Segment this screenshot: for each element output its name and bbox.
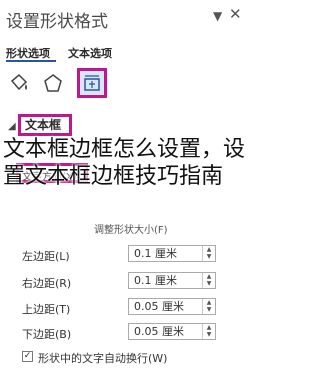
spinner-arrows-icon[interactable]: ▲ ▼ bbox=[202, 299, 215, 314]
effects-icon[interactable] bbox=[38, 68, 68, 98]
collapse-arrow-icon[interactable]: ◢ bbox=[8, 121, 16, 132]
active-tab-indicator bbox=[6, 60, 56, 62]
overlay-caption: 文本框边框怎么设置，设置文本框边框技巧指南 bbox=[3, 137, 246, 189]
top-margin-input[interactable]: 0.05 厘米 ▲ ▼ bbox=[128, 298, 216, 315]
section-title-textbox[interactable]: 文本框 bbox=[18, 114, 72, 136]
bottom-margin-label: 下边距(B) bbox=[22, 328, 72, 341]
tab-text-options[interactable]: 文本选项 bbox=[68, 45, 112, 61]
pane-title: 设置形状格式 bbox=[6, 12, 108, 32]
fill-line-icon[interactable] bbox=[4, 68, 34, 98]
spinner-arrows-icon[interactable]: ▲ ▼ bbox=[202, 246, 215, 261]
autofit-label: 调整形状大小(F) bbox=[94, 225, 168, 236]
right-margin-value: 0.1 厘米 bbox=[134, 274, 177, 287]
spinner-arrows-icon[interactable]: ▲ ▼ bbox=[202, 324, 215, 339]
wrap-text-checkbox[interactable]: ✓ bbox=[22, 351, 33, 362]
left-margin-value: 0.1 厘米 bbox=[134, 247, 177, 260]
spinner-arrows-icon[interactable]: ▲ ▼ bbox=[202, 273, 215, 288]
tab-shape-options[interactable]: 形状选项 bbox=[6, 45, 50, 61]
close-icon[interactable]: ✕ bbox=[229, 5, 242, 23]
bottom-margin-value: 0.05 厘米 bbox=[134, 325, 184, 338]
top-margin-label: 上边距(T) bbox=[22, 303, 71, 316]
size-properties-icon[interactable] bbox=[77, 68, 107, 98]
wrap-text-label: 形状中的文字自动换行(W) bbox=[38, 352, 168, 365]
chevron-down-icon[interactable]: ▼ bbox=[213, 9, 222, 23]
left-margin-input[interactable]: 0.1 厘米 ▲ ▼ bbox=[128, 245, 216, 262]
bottom-margin-input[interactable]: 0.05 厘米 ▲ ▼ bbox=[128, 323, 216, 340]
left-margin-label: 左边距(L) bbox=[22, 250, 70, 263]
right-margin-label: 右边距(R) bbox=[22, 277, 72, 290]
top-margin-value: 0.05 厘米 bbox=[134, 300, 184, 313]
right-margin-input[interactable]: 0.1 厘米 ▲ ▼ bbox=[128, 272, 216, 289]
